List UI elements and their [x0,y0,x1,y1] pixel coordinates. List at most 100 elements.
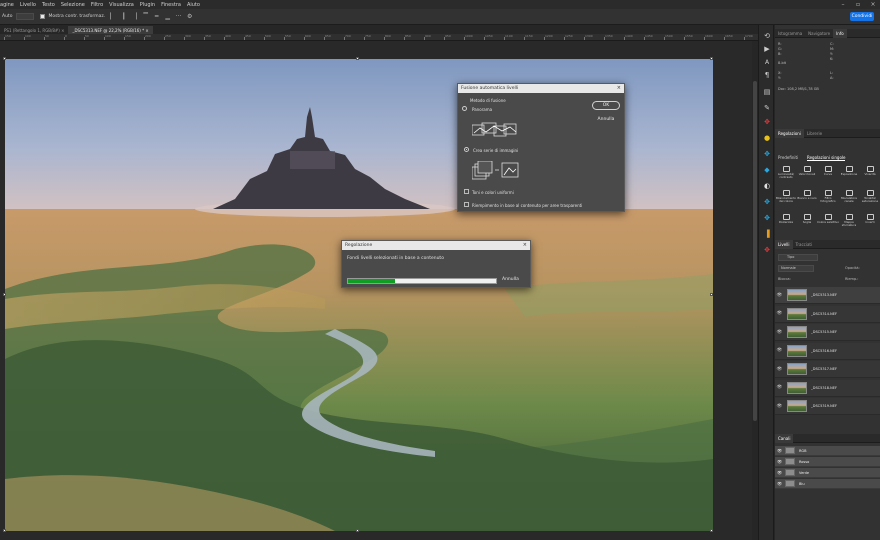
adj-presets-tab[interactable]: Predefiniti [778,155,798,160]
gradient-icon[interactable]: ◆ [762,165,772,175]
transform-handle[interactable] [3,57,6,60]
adjustment-item[interactable]: Filtro fotografico [817,189,839,205]
play-icon[interactable]: ▶ [762,44,772,54]
eye-icon[interactable]: 👁 [775,348,784,353]
auto-select-dropdown[interactable] [16,13,35,20]
eye-icon[interactable]: 👁 [775,459,784,464]
maximize-icon[interactable]: ▫ [851,0,865,9]
shapes-icon[interactable]: ◐ [762,181,772,191]
layers-comp-icon[interactable]: ▤ [762,87,772,97]
adjustment-item[interactable]: Soglia [796,213,818,229]
swatch-icon[interactable]: ✥ [762,245,772,255]
menu-view[interactable]: Visualizza [109,2,134,8]
transform-handle[interactable] [710,529,713,532]
channel-row[interactable]: 👁 RGB [775,446,880,456]
tab-paths[interactable]: Tracciati [793,240,816,249]
progress-cancel-button[interactable]: Annulla [502,277,519,282]
ok-button[interactable]: OK [592,101,620,110]
close-icon[interactable]: × [617,85,621,91]
puzzle-icon[interactable]: ● [762,133,772,143]
adjustment-item[interactable]: Mappa sfumatura [838,213,860,229]
adjustment-item[interactable]: Tonalità/ saturazione [859,189,880,205]
align-top-icon[interactable]: ▔ [142,13,149,20]
transform-handle[interactable] [3,293,6,296]
close-icon[interactable]: × [866,0,880,9]
text-icon[interactable]: A [762,57,772,67]
cancel-button[interactable]: Annulla [592,115,620,124]
more-options-icon[interactable]: ··· [175,13,182,20]
adjustment-item[interactable]: Curve [817,165,839,181]
menu-image[interactable]: agine [0,2,14,8]
menu-plugin[interactable]: Plugin [140,2,155,8]
panorama-radio[interactable] [462,106,467,111]
adjustment-item[interactable]: Bilanciamento del colore [775,189,797,205]
transform-handle[interactable] [710,293,713,296]
canvas-area[interactable] [0,41,752,540]
adjustment-item[interactable]: Miscelatore canale [838,189,860,205]
transform-handle[interactable] [3,529,6,532]
transform-handle[interactable] [710,57,713,60]
libraries-icon[interactable]: ✥ [762,213,772,223]
tab-document-1[interactable]: PS1 (Rettangolo 1, RGB/8#) × [0,26,68,34]
image-stack-radio[interactable] [464,147,469,152]
eye-icon[interactable]: 👁 [775,481,784,486]
tab-document-2[interactable]: _DSC5313.NEF @ 22,2% (RGB/16) * × [68,26,153,34]
eye-icon[interactable]: 👁 [775,385,784,390]
adjustment-item[interactable]: Esposizione [838,165,860,181]
layer-row[interactable]: 👁 _DSC5318.NEF [775,379,880,397]
properties-icon[interactable]: ✥ [762,197,772,207]
eye-icon[interactable]: 👁 [775,367,784,372]
timeline-icon[interactable]: ✥ [762,117,772,127]
eye-icon[interactable]: 👁 [775,330,784,335]
layer-row[interactable]: 👁 _DSC5315.NEF [775,324,880,341]
adjustment-item[interactable]: Colore selettivo [817,213,839,229]
adj-single-tab[interactable]: Regolazioni singole [807,155,846,161]
eye-icon[interactable]: 👁 [775,470,784,475]
transform-handle[interactable] [356,529,359,532]
history-icon[interactable]: ⟲ [762,31,772,41]
tab-libraries[interactable]: Librerie [804,129,825,138]
adjustment-item[interactable]: Bianco e nero [796,189,818,205]
close-icon[interactable]: × [523,242,527,248]
seamless-tones-checkbox[interactable] [464,189,469,194]
layer-filter-dropdown[interactable]: Tipo [778,254,818,261]
eye-icon[interactable]: 👁 [775,311,784,316]
tab-adjustments[interactable]: Regolazioni [775,128,804,138]
align-center-icon[interactable]: ┃ [120,13,127,20]
channel-row[interactable]: 👁 Blu [775,479,880,489]
transform-handle[interactable] [356,57,359,60]
horizontal-ruler[interactable]: 150 100 50 0 50 100 150 200 250 300 350 400 450 500 55… [0,34,758,41]
paths-icon[interactable]: ▐ [762,229,772,239]
tab-channels[interactable]: Canali [775,433,794,443]
align-left-icon[interactable]: ▏ [109,13,116,20]
share-button[interactable]: Condividi [850,12,874,21]
minimize-icon[interactable]: – [836,0,850,9]
align-middle-icon[interactable]: ━ [153,13,160,20]
layer-row[interactable]: 👁 _DSC5314.NEF [775,305,880,323]
adjustment-item[interactable]: Valori tonali [796,165,818,181]
eye-icon[interactable]: 👁 [775,293,784,298]
menu-help[interactable]: Aiuto [187,2,200,8]
brush-icon[interactable]: ✎ [762,103,772,113]
eye-icon[interactable]: 👁 [775,448,784,453]
layer-row[interactable]: 👁 _DSC5317.NEF [775,361,880,378]
align-right-icon[interactable]: ▕ [131,13,138,20]
paragraph-icon[interactable]: ¶ [762,70,772,80]
adjustment-item[interactable]: Vivacità [859,165,880,181]
eye-icon[interactable]: 👁 [775,404,784,409]
channel-row[interactable]: 👁 Verde [775,468,880,478]
transform-controls-checkbox[interactable] [40,14,46,19]
content-aware-fill-checkbox[interactable] [464,202,469,207]
menu-filter[interactable]: Filtro [91,2,103,8]
adjustment-item[interactable]: Posterizza [775,213,797,229]
dialog-titlebar[interactable]: Regolazione × [342,241,530,250]
layer-row[interactable]: 👁 _DSC5313.NEF [775,287,880,304]
menu-window[interactable]: Finestra [161,2,181,8]
blend-mode-dropdown[interactable]: Normale [778,265,814,272]
tab-layers[interactable]: Livelli [775,239,793,249]
color-wheel-icon[interactable]: ✥ [762,149,772,159]
menu-select[interactable]: Selezione [61,2,85,8]
layer-row[interactable]: 👁 _DSC5319.NEF [775,398,880,415]
tab-histogram[interactable]: Istogramma [775,29,805,38]
adjustment-item[interactable]: Luminosità/ contrasto [775,165,797,181]
